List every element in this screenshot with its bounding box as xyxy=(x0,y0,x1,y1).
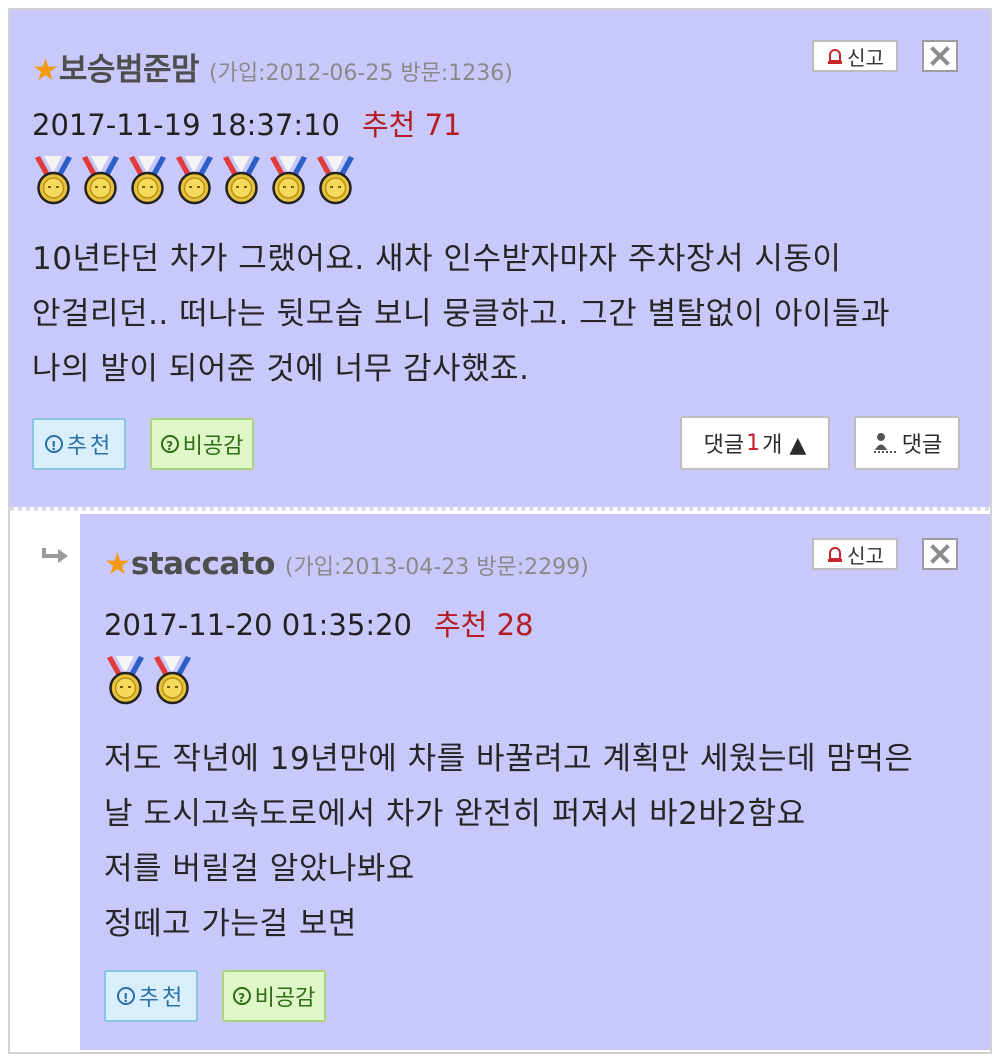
comment-2-meta: (가입:2013-04-23 방문:2299) xyxy=(284,555,589,580)
recommend-label: 추천 xyxy=(138,986,186,1011)
comment-1-datetime: 2017-11-19 18:37:10 xyxy=(32,108,340,142)
report-button[interactable]: 신고 xyxy=(812,538,898,570)
comment-2-dateline: 2017-11-20 01:35:20 추천 28 xyxy=(104,602,533,644)
replies-suffix: 개 ▲ xyxy=(762,433,807,458)
report-button[interactable]: 신고 xyxy=(812,40,898,72)
star-icon: ★ xyxy=(32,53,59,88)
comment-divider xyxy=(10,507,990,511)
recommend-button[interactable]: ! 추천 xyxy=(104,970,198,1022)
close-icon xyxy=(930,544,950,564)
report-label: 신고 xyxy=(847,45,884,70)
body-line: 정떼고 가는걸 보면 xyxy=(104,906,357,942)
comment-1-header: ★보승범준맘 (가입:2012-06-25 방문:1236) xyxy=(32,44,513,89)
body-line: 10년타던 차가 그랬어요. 새차 인수받자마자 주차장서 시동이 xyxy=(32,241,842,277)
reply-button[interactable]: 댓글 xyxy=(854,416,960,470)
question-circle-icon: ? xyxy=(232,987,251,1005)
medal-icon xyxy=(317,156,354,205)
star-icon: ★ xyxy=(104,547,131,582)
body-line: 나의 발이 되어준 것에 너무 감사했죠. xyxy=(32,351,530,387)
replies-toggle-button[interactable]: 댓글 1개 ▲ xyxy=(680,416,830,470)
medal-icon xyxy=(129,156,166,205)
comment-2-datetime: 2017-11-20 01:35:20 xyxy=(104,608,412,642)
medal-icon xyxy=(270,156,307,205)
close-button[interactable] xyxy=(922,538,958,570)
body-line: 저를 버릴걸 알았나봐요 xyxy=(104,851,415,887)
recommend-label: 추천 xyxy=(66,434,114,459)
replies-prefix: 댓글 xyxy=(703,433,745,458)
recommend-button[interactable]: ! 추천 xyxy=(32,418,126,470)
medal-icon xyxy=(35,156,72,205)
medal-icon xyxy=(176,156,213,205)
medal-icon xyxy=(82,156,119,205)
exclamation-circle-icon: ! xyxy=(116,987,135,1005)
replies-count: 1 xyxy=(746,430,761,456)
body-line: 안걸리던.. 떠나는 뒷모습 보니 뭉클하고. 그간 별탈없이 아이들과 xyxy=(32,296,891,332)
medal-icon xyxy=(154,656,191,705)
comment-1-dateline: 2017-11-19 18:37:10 추천 71 xyxy=(32,102,461,144)
comment-2-nickname[interactable]: staccato xyxy=(131,546,275,582)
siren-icon xyxy=(828,49,843,64)
siren-icon xyxy=(828,547,843,562)
comment-2-recommend-count: 추천 28 xyxy=(434,608,534,642)
reply-person-icon xyxy=(873,433,898,453)
comment-2-medals xyxy=(102,654,196,706)
medal-icon xyxy=(107,656,144,705)
question-circle-icon: ? xyxy=(160,435,179,453)
comment-1-recommend-count: 추천 71 xyxy=(362,108,462,142)
report-label: 신고 xyxy=(847,543,884,568)
unlike-button[interactable]: ? 비공감 xyxy=(222,970,326,1022)
close-button[interactable] xyxy=(922,40,958,72)
comment-2-body: 저도 작년에 19년만에 차를 바꿀려고 계획만 세웠는데 맘먹은 날 도시고속… xyxy=(104,732,913,952)
reply-label: 댓글 xyxy=(901,433,943,458)
close-icon xyxy=(930,46,950,66)
comment-1-medals xyxy=(30,154,359,206)
medal-icon xyxy=(223,156,260,205)
unlike-label: 비공감 xyxy=(254,986,316,1011)
comment-2-header: ★staccato (가입:2013-04-23 방문:2299) xyxy=(104,546,589,582)
exclamation-circle-icon: ! xyxy=(44,435,63,453)
body-line: 날 도시고속도로에서 차가 완전히 퍼져서 바2바2함요 xyxy=(104,796,806,832)
unlike-label: 비공감 xyxy=(182,434,244,459)
body-line: 저도 작년에 19년만에 차를 바꿀려고 계획만 세웠는데 맘먹은 xyxy=(104,741,914,777)
comment-1-meta: (가입:2012-06-25 방문:1236) xyxy=(209,61,513,86)
comment-1-nickname[interactable]: 보승범준맘 xyxy=(59,52,200,88)
reply-arrow-icon xyxy=(42,548,68,563)
comment-1-body: 10년타던 차가 그랬어요. 새차 인수받자마자 주차장서 시동이 안걸리던..… xyxy=(32,232,890,397)
unlike-button[interactable]: ? 비공감 xyxy=(150,418,254,470)
